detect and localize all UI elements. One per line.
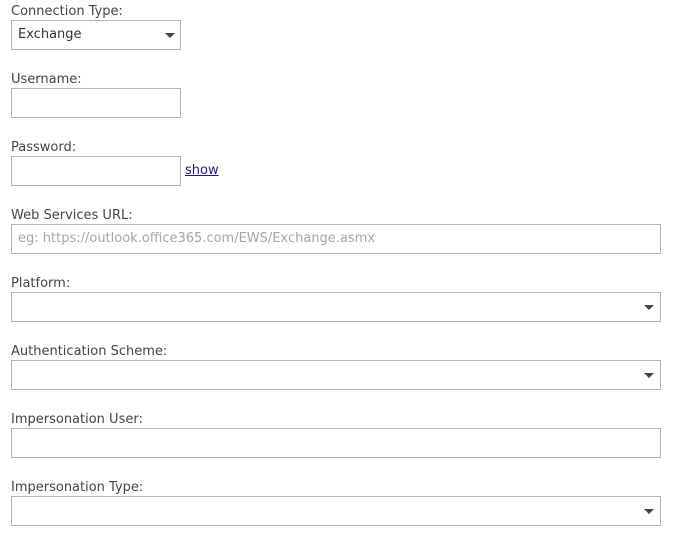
- chevron-down-icon: [644, 509, 654, 514]
- username-label: Username:: [11, 72, 82, 87]
- show-password-link[interactable]: show: [185, 163, 219, 179]
- impersonation-type-select[interactable]: [11, 496, 661, 526]
- chevron-down-icon: [644, 373, 654, 378]
- impersonation-type-label: Impersonation Type:: [11, 480, 144, 495]
- connection-type-select[interactable]: Exchange: [11, 20, 181, 50]
- chevron-down-icon: [644, 305, 654, 310]
- platform-label: Platform:: [11, 276, 71, 291]
- password-label: Password:: [11, 140, 77, 155]
- username-field[interactable]: [11, 88, 181, 118]
- impersonation-user-field[interactable]: [11, 428, 661, 458]
- authentication-scheme-select[interactable]: [11, 360, 661, 390]
- authentication-scheme-label: Authentication Scheme:: [11, 344, 168, 359]
- impersonation-user-label: Impersonation User:: [11, 412, 143, 427]
- web-services-url-label: Web Services URL:: [11, 208, 133, 223]
- chevron-down-icon: [165, 33, 175, 38]
- password-field[interactable]: [11, 156, 181, 186]
- web-services-url-placeholder: eg: https://outlook.office365.com/EWS/Ex…: [18, 231, 376, 246]
- connection-type-value: Exchange: [18, 27, 82, 42]
- connection-type-label: Connection Type:: [11, 4, 123, 19]
- web-services-url-field[interactable]: eg: https://outlook.office365.com/EWS/Ex…: [11, 224, 661, 254]
- platform-select[interactable]: [11, 292, 661, 322]
